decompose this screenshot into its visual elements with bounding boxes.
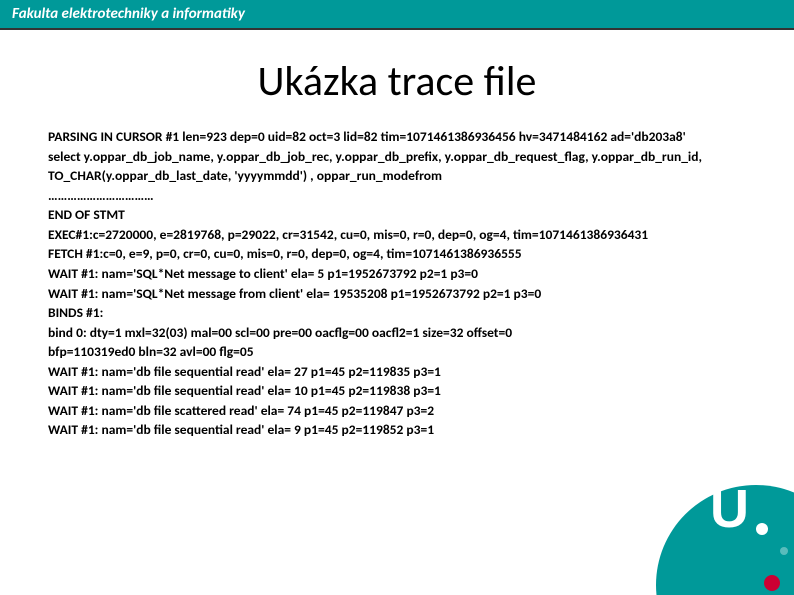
trace-line: FETCH #1:c=0, e=9, p=0, cr=0, cu=0, mis=… xyxy=(48,244,746,264)
trace-line: BINDS #1: xyxy=(48,303,746,323)
header-bar: Fakulta elektrotechniky a informatiky xyxy=(0,0,794,30)
logo-circle-icon xyxy=(656,485,794,595)
trace-line: PARSING IN CURSOR #1 len=923 dep=0 uid=8… xyxy=(48,127,746,147)
university-logo: U xyxy=(634,455,794,595)
trace-line: …………………………… xyxy=(48,186,746,206)
trace-line: bind 0: dty=1 mxl=32(03) mal=00 scl=00 p… xyxy=(48,323,746,343)
trace-content: PARSING IN CURSOR #1 len=923 dep=0 uid=8… xyxy=(0,127,794,440)
trace-line: END OF STMT xyxy=(48,205,746,225)
logo-accent-dot-icon xyxy=(764,575,780,591)
faculty-name: Fakulta elektrotechniky a informatiky xyxy=(12,5,245,23)
logo-dot-icon xyxy=(756,523,768,535)
trace-line: WAIT #1: nam='db file scattered read' el… xyxy=(48,401,746,421)
logo-dot-icon xyxy=(780,547,788,555)
trace-line: select y.oppar_db_job_name, y.oppar_db_j… xyxy=(48,147,746,186)
title-area: Ukázka trace file xyxy=(0,30,794,127)
trace-line: EXEC#1:c=2720000, e=2819768, p=29022, cr… xyxy=(48,225,746,245)
logo-letter: U xyxy=(710,478,749,540)
trace-line: WAIT #1: nam='db file sequential read' e… xyxy=(48,381,746,401)
slide-title: Ukázka trace file xyxy=(0,56,794,107)
trace-line: WAIT #1: nam='SQL*Net message to client'… xyxy=(48,264,746,284)
trace-line: bfp=110319ed0 bln=32 avl=00 flg=05 xyxy=(48,342,746,362)
trace-line: WAIT #1: nam='db file sequential read' e… xyxy=(48,362,746,382)
trace-line: WAIT #1: nam='db file sequential read' e… xyxy=(48,420,746,440)
trace-line: WAIT #1: nam='SQL*Net message from clien… xyxy=(48,284,746,304)
